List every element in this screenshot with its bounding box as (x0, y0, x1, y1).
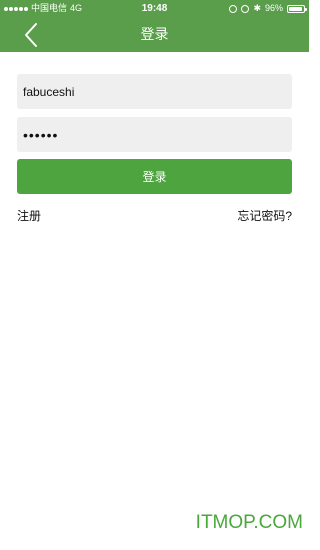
battery-percent: 96% (264, 3, 283, 13)
location-icon (229, 4, 238, 13)
header-bar: 中国电信 4G 19:48 ✱ 96% 登录 (0, 0, 309, 52)
register-link[interactable]: 注册 (17, 207, 41, 224)
status-bar: 中国电信 4G 19:48 ✱ 96% (0, 0, 309, 17)
battery-icon (287, 4, 307, 13)
login-screen: 中国电信 4G 19:48 ✱ 96% 登录 登录 (0, 0, 309, 550)
status-right: ✱ 96% (229, 0, 307, 17)
username-field[interactable] (17, 74, 292, 109)
bluetooth-icon: ✱ (253, 3, 261, 13)
password-field[interactable] (17, 117, 292, 152)
forgot-password-link[interactable]: 忘记密码? (237, 207, 292, 224)
page-title: 登录 (140, 26, 169, 42)
login-button[interactable]: 登录 (17, 159, 292, 194)
watermark-logo: ITMOP.COM (195, 512, 303, 533)
battery-fill (289, 6, 303, 11)
nav-bar: 登录 (0, 17, 309, 52)
alarm-icon (241, 4, 250, 13)
